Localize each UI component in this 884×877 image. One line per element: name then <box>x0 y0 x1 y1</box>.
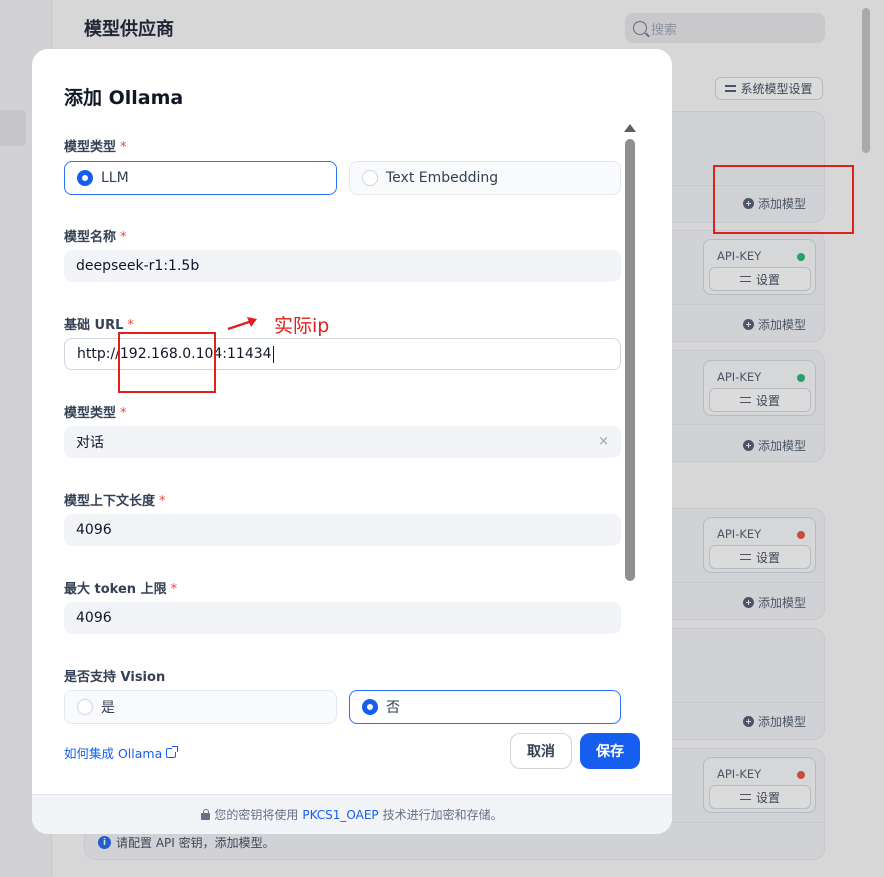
save-button[interactable]: 保存 <box>580 733 640 769</box>
annotation-arrow-icon <box>227 317 257 331</box>
radio-unchecked-icon <box>362 170 378 186</box>
base-url-label: 基础 URL * <box>64 318 134 333</box>
context-length-label: 模型上下文长度 * <box>64 494 166 509</box>
vision-option-yes[interactable]: 是 <box>64 690 337 724</box>
text-caret <box>272 345 274 363</box>
lock-icon <box>201 808 211 820</box>
annotation-box-ip <box>118 332 216 393</box>
annotation-label: 实际ip <box>274 315 330 337</box>
context-length-input[interactable]: 4096 <box>64 514 621 546</box>
model-type-option-llm[interactable]: LLM <box>64 161 337 195</box>
dialog-title: 添加 Ollama <box>64 87 184 109</box>
option-yes-label: 是 <box>101 700 115 716</box>
encryption-notice: 您的密钥将使用 PKCS1_OAEP 技术进行加密和存储。 <box>32 794 672 834</box>
model-type2-label: 模型类型 * <box>64 406 127 421</box>
help-ollama-link[interactable]: 如何集成 Ollama <box>64 743 179 762</box>
model-name-label: 模型名称 * <box>64 230 127 245</box>
radio-checked-icon <box>77 170 93 186</box>
max-token-label: 最大 token 上限 * <box>64 582 178 597</box>
option-text-embedding-label: Text Embedding <box>386 170 499 186</box>
scroll-up-arrow-icon[interactable] <box>624 124 636 132</box>
radio-unchecked-icon <box>77 699 93 715</box>
max-token-input[interactable]: 4096 <box>64 602 621 634</box>
model-name-input[interactable]: deepseek-r1:1.5b <box>64 250 621 282</box>
vision-option-no[interactable]: 否 <box>349 690 621 724</box>
annotation-box-add-model <box>713 165 854 234</box>
pkcs-link[interactable]: PKCS1_OAEP <box>302 808 378 822</box>
vision-label: 是否支持 Vision <box>64 670 166 685</box>
model-type-option-text-embedding[interactable]: Text Embedding <box>349 161 621 195</box>
form-scroll-area: 模型类型 * LLM Text Embedding 模型名称 * deepseek-… <box>32 119 672 759</box>
add-ollama-dialog: 添加 Ollama 模型类型 * LLM Text Embedding 模型名称 *… <box>32 49 672 834</box>
option-no-label: 否 <box>386 700 400 716</box>
model-type2-select[interactable]: 对话 × <box>64 426 621 458</box>
form-scrollbar[interactable] <box>623 119 637 759</box>
radio-checked-icon <box>362 699 378 715</box>
cancel-button[interactable]: 取消 <box>510 733 572 769</box>
scrollbar-thumb[interactable] <box>625 139 635 581</box>
clear-icon[interactable]: × <box>598 434 609 449</box>
model-type-label: 模型类型 * <box>64 140 127 155</box>
external-link-icon <box>166 745 179 758</box>
option-llm-label: LLM <box>101 170 129 186</box>
